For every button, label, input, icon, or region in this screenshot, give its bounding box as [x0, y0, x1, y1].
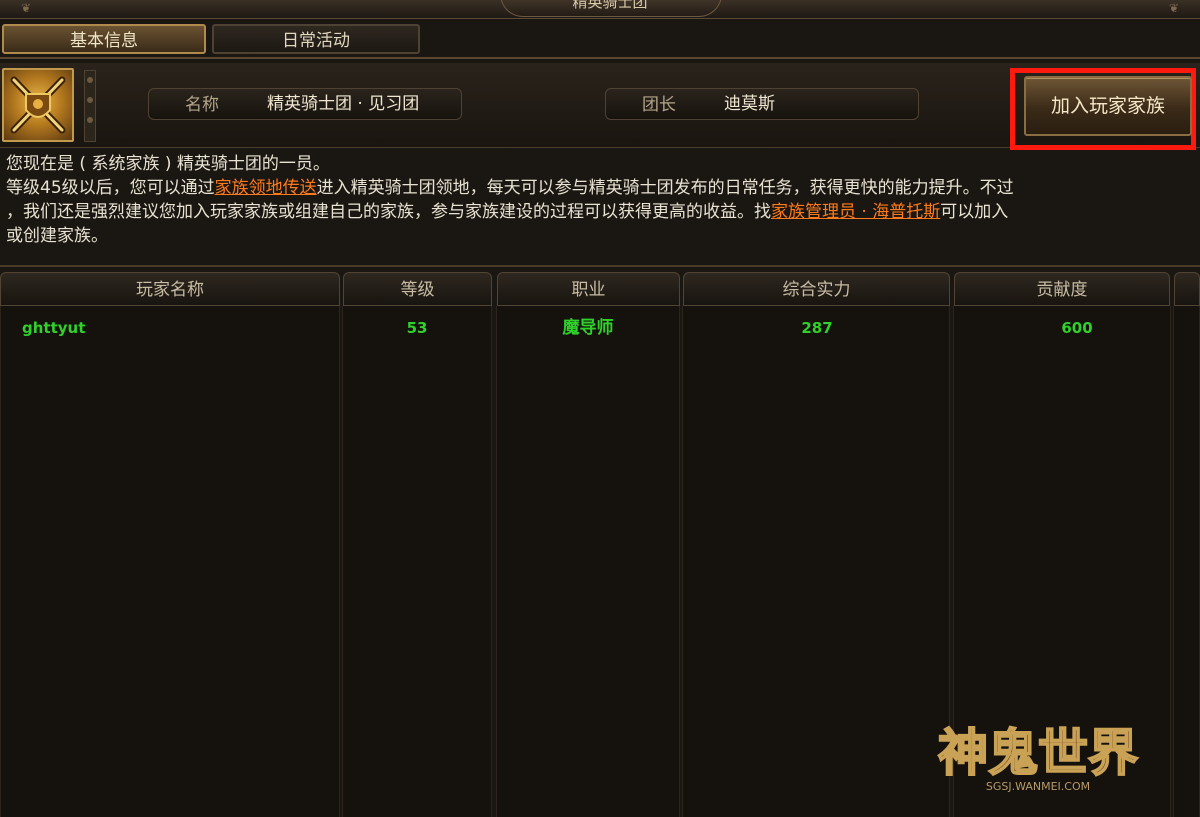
tab-basic-info[interactable]: 基本信息: [2, 24, 206, 54]
guild-admin-link[interactable]: 家族管理员 · 海普托斯: [771, 202, 940, 222]
column-class: [496, 306, 680, 817]
cell-power: 287: [801, 319, 833, 337]
guild-leader-label: 团长: [642, 95, 676, 115]
header-power[interactable]: 综合实力: [683, 272, 950, 306]
column-level: [342, 306, 492, 817]
cell-level: 53: [406, 319, 428, 337]
guild-name-value: 精英骑士团 · 见习团: [267, 94, 420, 114]
corner-ornament-left-icon: ❦: [20, 1, 32, 15]
column-power: [682, 306, 950, 817]
tab-divider: [0, 57, 1200, 59]
header-scroll-cap: [1174, 272, 1200, 306]
logo-subtitle: SGSJ.WANMEI.COM: [986, 780, 1090, 793]
header-contribution[interactable]: 贡献度: [954, 272, 1170, 306]
cell-contribution: 600: [1061, 319, 1093, 337]
game-logo: 神鬼世界 SGSJ.WANMEI.COM: [918, 708, 1158, 804]
join-player-guild-button[interactable]: 加入玩家家族: [1024, 76, 1192, 136]
info-line-2: 等级45级以后，您可以通过家族领地传送进入精英骑士团领地，每天可以参与精英骑士团…: [6, 178, 1014, 198]
emblem-scrollbar[interactable]: [84, 70, 96, 142]
crossed-swords-shield-icon: [2, 68, 74, 142]
guild-window: ❦ 精英骑士团 ❦ 基本信息 日常活动 名称 精英骑士团 · 见习团 团长 迪莫…: [0, 0, 1200, 817]
tab-daily-activities[interactable]: 日常活动: [212, 24, 420, 54]
guild-name-label: 名称: [185, 95, 219, 115]
guild-leader-value: 迪莫斯: [724, 94, 775, 114]
guild-info-text: 您现在是 ( 系统家族 ) 精英骑士团的一员。 等级45级以后，您可以通过家族领…: [6, 152, 1196, 248]
window-title: 精英骑士团: [572, 0, 648, 11]
cell-class: 魔导师: [562, 318, 614, 338]
column-player-name: [0, 306, 340, 817]
logo-title: 神鬼世界: [938, 723, 1138, 782]
info-separator: [0, 265, 1200, 267]
header-class[interactable]: 职业: [497, 272, 680, 306]
title-bar: ❦ 精英骑士团 ❦: [0, 0, 1200, 19]
header-level[interactable]: 等级: [343, 272, 492, 306]
guild-name-field: 名称 精英骑士团 · 见习团: [148, 88, 462, 120]
cell-player-name: ghttyut: [22, 319, 86, 337]
info-line-4: 或创建家族。: [6, 226, 108, 246]
header-player-name[interactable]: 玩家名称: [0, 272, 340, 306]
info-line-1: 您现在是 ( 系统家族 ) 精英骑士团的一员。: [6, 154, 330, 174]
table-scrollbar[interactable]: [1173, 306, 1200, 817]
corner-ornament-right-icon: ❦: [1168, 1, 1180, 15]
info-line-3: ，我们还是强烈建议您加入玩家家族或组建自己的家族，参与家族建设的过程可以获得更高…: [6, 202, 1009, 222]
guild-territory-teleport-link[interactable]: 家族领地传送: [215, 178, 317, 198]
guild-leader-field: 团长 迪莫斯: [605, 88, 919, 120]
